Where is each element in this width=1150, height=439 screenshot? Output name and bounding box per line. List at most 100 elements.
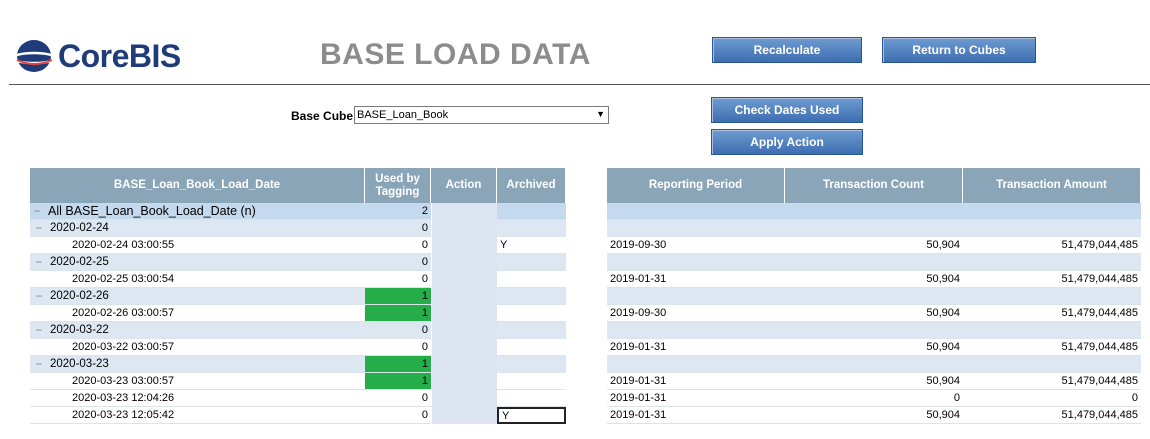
minus-collapse-icon[interactable]: − — [30, 204, 44, 218]
load-date-cell[interactable]: 2020-03-23 12:05:42 — [30, 407, 365, 424]
table-row[interactable]: 2020-03-23 12:04:26 0 2019-01-31 0 0 — [0, 390, 1150, 407]
action-cell[interactable] — [431, 322, 497, 339]
reporting-period-cell: 2019-09-30 — [607, 305, 785, 322]
transaction-count-cell — [785, 254, 963, 271]
load-date-label: 2020-03-23 12:05:42 — [72, 409, 175, 421]
table-row[interactable]: −2020-02-26 1 — [0, 288, 1150, 305]
load-date-cell[interactable]: −2020-02-26 — [30, 288, 365, 305]
action-cell[interactable] — [431, 271, 497, 288]
archived-cell[interactable] — [497, 288, 566, 305]
used-by-tagging-cell: 1 — [365, 373, 431, 390]
table-row[interactable]: 2020-02-25 03:00:54 0 2019-01-31 50,904 51,4… — [0, 271, 1150, 288]
action-cell[interactable] — [431, 220, 497, 237]
archived-cell[interactable]: Y — [497, 407, 566, 424]
reporting-period-cell — [607, 288, 785, 305]
load-date-cell[interactable]: 2020-03-22 03:00:57 — [30, 339, 365, 356]
used-by-tagging-cell: 0 — [365, 339, 431, 356]
base-cube-value: BASE_Loan_Book — [357, 109, 449, 121]
table-row[interactable]: 2020-03-22 03:00:57 0 2019-01-31 50,904 51,4… — [0, 339, 1150, 356]
transaction-count-cell: 0 — [785, 390, 963, 407]
archived-cell[interactable]: Y — [497, 237, 566, 254]
load-date-cell[interactable]: −2020-02-24 — [30, 220, 365, 237]
archived-cell[interactable] — [497, 339, 566, 356]
recalculate-button[interactable]: Recalculate — [712, 37, 862, 63]
minus-collapse-icon[interactable]: − — [32, 221, 46, 235]
col-header-transaction-amount[interactable]: Transaction Amount — [963, 168, 1141, 203]
action-cell[interactable] — [431, 356, 497, 373]
action-cell[interactable] — [431, 339, 497, 356]
load-date-label: 2020-03-23 — [50, 358, 109, 370]
table-row[interactable]: 2020-02-26 03:00:57 1 2019-09-30 50,904 51,4… — [0, 305, 1150, 322]
table-row[interactable]: − All BASE_Loan_Book_Load_Date (n) 2 — [0, 203, 1150, 220]
col-header-used-by-tagging[interactable]: Used by Tagging — [365, 168, 431, 203]
archived-cell[interactable] — [497, 356, 566, 373]
minus-collapse-icon[interactable]: − — [32, 289, 46, 303]
used-by-tagging-cell: 0 — [365, 390, 431, 407]
archived-cell[interactable] — [497, 220, 566, 237]
action-cell[interactable] — [431, 254, 497, 271]
load-date-cell[interactable]: − All BASE_Loan_Book_Load_Date (n) — [30, 203, 365, 220]
action-cell[interactable] — [431, 237, 497, 254]
transaction-amount-cell: 51,479,044,485 — [963, 305, 1141, 322]
transaction-amount-cell — [963, 254, 1141, 271]
transaction-count-cell: 50,904 — [785, 271, 963, 288]
col-header-load-date[interactable]: BASE_Loan_Book_Load_Date — [30, 168, 365, 203]
reporting-period-cell — [607, 356, 785, 373]
col-header-transaction-count[interactable]: Transaction Count — [785, 168, 963, 203]
load-date-cell[interactable]: −2020-03-23 — [30, 356, 365, 373]
used-by-tagging-cell: 2 — [365, 203, 431, 220]
table-row[interactable]: −2020-03-23 1 — [0, 356, 1150, 373]
col-header-archived[interactable]: Archived — [497, 168, 566, 203]
load-date-cell[interactable]: 2020-03-23 03:00:57 — [30, 373, 365, 390]
transaction-count-cell — [785, 322, 963, 339]
table-row[interactable]: 2020-02-24 03:00:55 0 Y 2019-09-30 50,904 51,… — [0, 237, 1150, 254]
table-row[interactable]: −2020-02-25 0 — [0, 254, 1150, 271]
load-date-cell[interactable]: −2020-02-25 — [30, 254, 365, 271]
action-cell[interactable] — [431, 390, 497, 407]
minus-collapse-icon[interactable]: − — [32, 357, 46, 371]
action-cell[interactable] — [431, 373, 497, 390]
load-date-cell[interactable]: 2020-02-26 03:00:57 — [30, 305, 365, 322]
transaction-count-cell — [785, 288, 963, 305]
minus-collapse-icon[interactable]: − — [32, 255, 46, 269]
reporting-period-cell — [607, 322, 785, 339]
load-date-cell[interactable]: −2020-03-22 — [30, 322, 365, 339]
action-cell[interactable] — [431, 203, 497, 220]
table-row[interactable]: −2020-03-22 0 — [0, 322, 1150, 339]
return-to-cubes-button[interactable]: Return to Cubes — [882, 37, 1036, 63]
reporting-period-cell: 2019-01-31 — [607, 373, 785, 390]
transaction-amount-cell: 51,479,044,485 — [963, 407, 1141, 424]
reporting-period-cell: 2019-09-30 — [607, 237, 785, 254]
archived-cell[interactable] — [497, 390, 566, 407]
minus-collapse-icon[interactable]: − — [32, 323, 46, 337]
archived-cell[interactable] — [497, 373, 566, 390]
col-header-reporting-period[interactable]: Reporting Period — [607, 168, 785, 203]
table-row[interactable]: 2020-03-23 12:05:42 0 Y 2019-01-31 50,904 51,… — [0, 407, 1150, 424]
action-cell[interactable] — [431, 288, 497, 305]
base-cube-select[interactable]: BASE_Loan_Book ▼ — [354, 106, 609, 124]
check-dates-used-button[interactable]: Check Dates Used — [711, 97, 863, 123]
archived-cell[interactable] — [497, 305, 566, 322]
dropdown-arrow-icon[interactable]: ▼ — [596, 109, 605, 119]
load-date-cell[interactable]: 2020-02-25 03:00:54 — [30, 271, 365, 288]
brand-name: CoreBIS — [58, 37, 181, 74]
action-cell[interactable] — [431, 407, 497, 424]
reporting-period-cell: 2019-01-31 — [607, 407, 785, 424]
transaction-amount-cell: 51,479,044,485 — [963, 373, 1141, 390]
apply-action-button[interactable]: Apply Action — [711, 129, 863, 155]
table-row[interactable]: 2020-03-23 03:00:57 1 2019-01-31 50,904 51,4… — [0, 373, 1150, 390]
col-header-action[interactable]: Action — [431, 168, 497, 203]
used-by-tagging-cell: 0 — [365, 220, 431, 237]
load-date-cell[interactable]: 2020-02-24 03:00:55 — [30, 237, 365, 254]
transaction-count-cell: 50,904 — [785, 407, 963, 424]
archived-cell[interactable] — [497, 254, 566, 271]
table-row[interactable]: −2020-02-24 0 — [0, 220, 1150, 237]
action-cell[interactable] — [431, 305, 497, 322]
archived-cell[interactable] — [497, 322, 566, 339]
load-date-cell[interactable]: 2020-03-23 12:04:26 — [30, 390, 365, 407]
corebis-logo: CoreBIS — [14, 36, 181, 76]
archived-cell[interactable] — [497, 203, 566, 220]
load-date-label: 2020-02-26 03:00:57 — [72, 307, 175, 319]
transaction-amount-cell — [963, 288, 1141, 305]
archived-cell[interactable] — [497, 271, 566, 288]
